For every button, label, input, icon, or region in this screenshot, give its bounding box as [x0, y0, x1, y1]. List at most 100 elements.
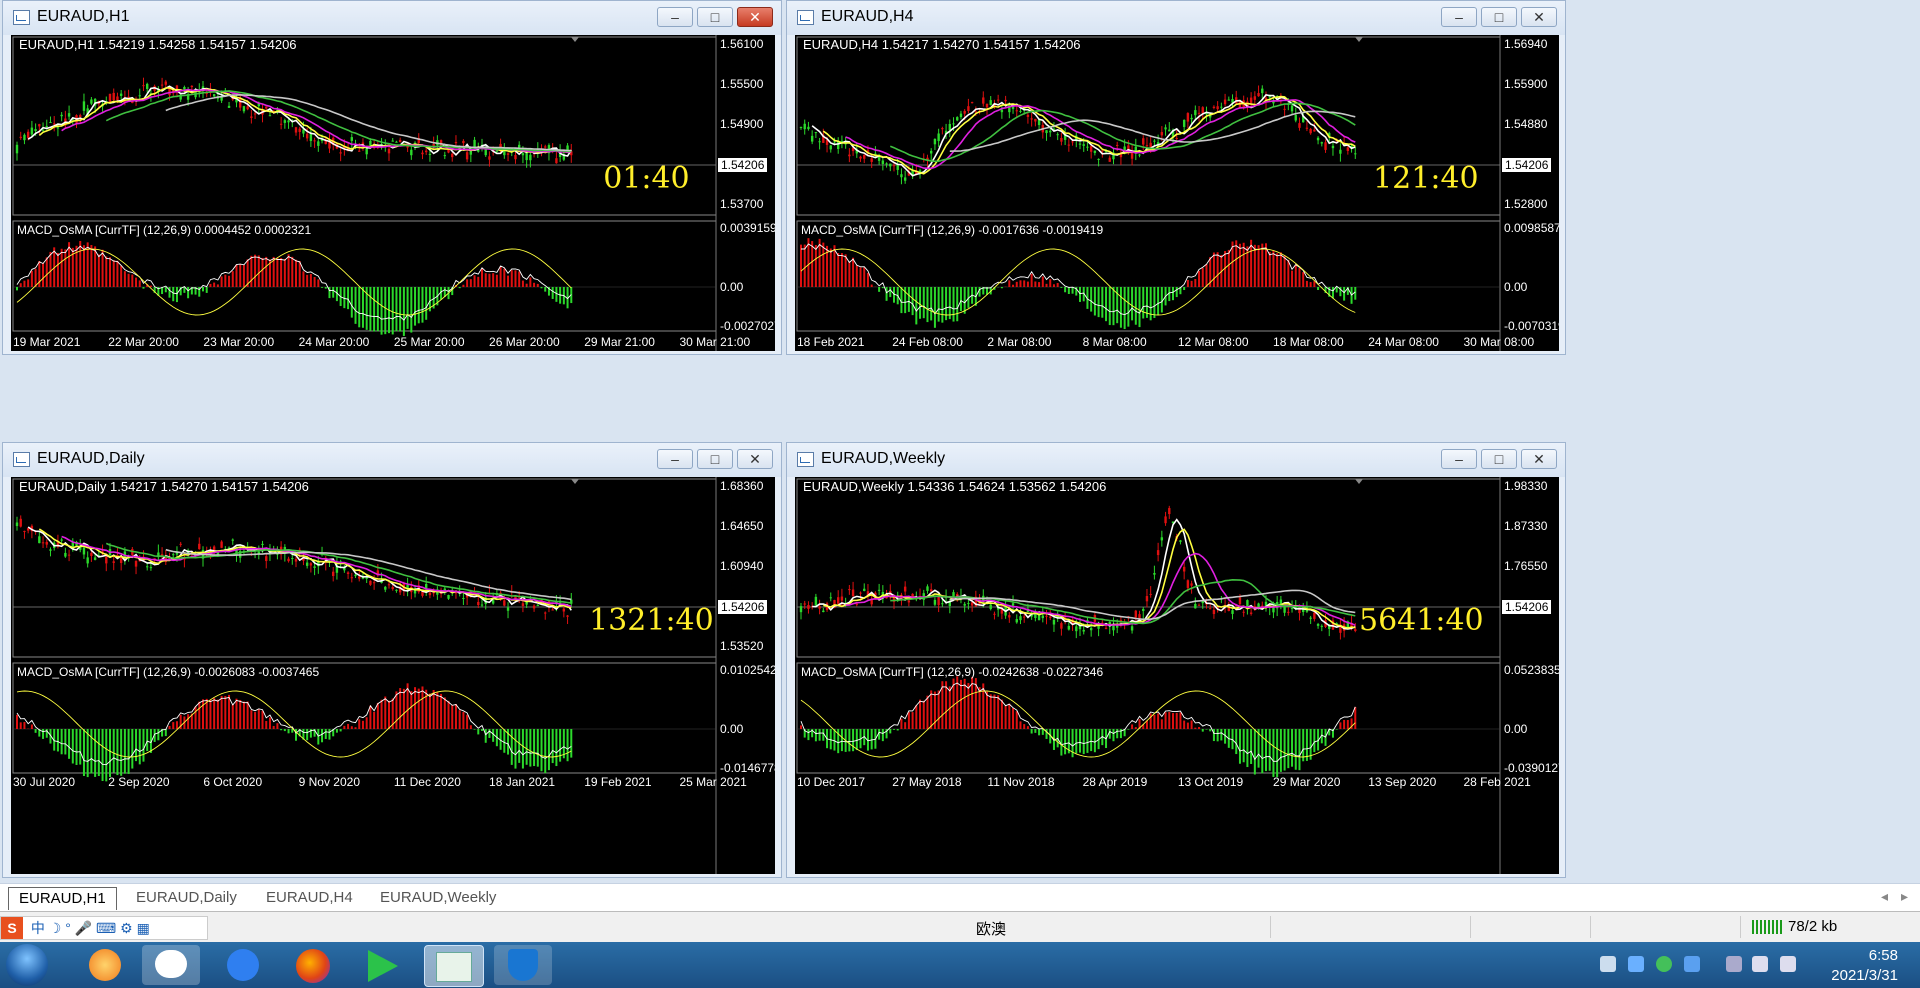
- tab-scroll-left-icon[interactable]: ◂: [1881, 888, 1888, 905]
- tab-scroll-right-icon[interactable]: ▸: [1901, 888, 1908, 905]
- taskbar-app-note-icon[interactable]: [214, 945, 272, 985]
- macd-histogram-bar: [1079, 729, 1081, 753]
- macd-histogram-bar: [101, 249, 104, 287]
- price-scale-label: 1.54900: [720, 117, 764, 131]
- minimize-button[interactable]: –: [657, 7, 693, 27]
- macd-histogram-bar: [231, 704, 234, 729]
- taskbar-app-security-icon[interactable]: [494, 945, 552, 985]
- tray-usb-icon[interactable]: [1600, 956, 1616, 972]
- window-title-bar[interactable]: EURAUD,Daily – □ ✕: [3, 443, 781, 477]
- macd-histogram-bar: [484, 273, 487, 287]
- tab-euraud-weekly[interactable]: EURAUD,Weekly: [370, 887, 506, 909]
- chart-window-daily[interactable]: EURAUD,Daily – □ ✕ EURAUD,Daily 1.54217 …: [2, 442, 782, 878]
- chart-window-weekly[interactable]: EURAUD,Weekly – □ ✕ EURAUD,Weekly 1.5433…: [786, 442, 1566, 878]
- chart-area[interactable]: EURAUD,Daily 1.54217 1.54270 1.54157 1.5…: [11, 477, 775, 874]
- tray-shield-icon[interactable]: [1628, 956, 1644, 972]
- chart-window-h4[interactable]: EURAUD,H4 – □ ✕ EURAUD,H4 1.54217 1.5427…: [786, 0, 1566, 355]
- candle: [19, 515, 22, 528]
- macd-signal-line: [16, 248, 572, 316]
- taskbar-app-firefox-icon[interactable]: [284, 945, 342, 985]
- window-title-bar[interactable]: EURAUD,H1 – □ ✕: [3, 1, 781, 35]
- separator: [1270, 916, 1271, 938]
- minimize-button[interactable]: –: [1441, 449, 1477, 469]
- close-button[interactable]: ✕: [737, 7, 773, 27]
- chart-window-h1[interactable]: EURAUD,H1 – □ ✕ EURAUD,H1 1.54219 1.5425…: [2, 0, 782, 355]
- taskbar-app-metatrader-icon[interactable]: [424, 945, 484, 987]
- macd-histogram-bar: [16, 714, 18, 729]
- macd-histogram-bar: [205, 287, 208, 293]
- macd-histogram-bar: [343, 725, 346, 729]
- macd-histogram-bar: [1041, 729, 1044, 735]
- macd-histogram-bar: [1354, 706, 1357, 729]
- chart-area[interactable]: EURAUD,H4 1.54217 1.54270 1.54157 1.5420…: [795, 35, 1559, 351]
- taskbar-app-browser-icon[interactable]: [76, 945, 134, 985]
- tray-icons[interactable]: [1600, 956, 1800, 974]
- macd-histogram-bar: [837, 253, 840, 287]
- macd-histogram-bar: [1160, 719, 1163, 729]
- macd-histogram-bar: [926, 287, 929, 323]
- candle: [1164, 124, 1167, 136]
- macd-histogram-bar: [492, 273, 495, 287]
- tab-euraud-daily[interactable]: EURAUD,Daily: [126, 887, 247, 909]
- candle: [1108, 155, 1111, 162]
- connection-bars-icon: [1752, 920, 1782, 934]
- candle: [989, 96, 992, 106]
- macd-histogram-bar: [373, 711, 376, 729]
- candle: [1205, 106, 1208, 122]
- macd-histogram-bar: [19, 722, 22, 729]
- macd-line: [801, 243, 1356, 316]
- time-axis-label: 8 Mar 08:00: [1082, 335, 1147, 349]
- macd-histogram-bar: [1279, 252, 1282, 287]
- candle: [1004, 600, 1007, 619]
- taskbar-app-player-icon[interactable]: [354, 945, 412, 985]
- taskbar-app-wechat-icon[interactable]: [142, 945, 200, 985]
- chart-area[interactable]: EURAUD,H1 1.54219 1.54258 1.54157 1.5420…: [11, 35, 775, 351]
- candle: [848, 585, 851, 595]
- macd-histogram-bar: [529, 277, 532, 287]
- tray-network-icon[interactable]: [1726, 956, 1742, 972]
- minimize-button[interactable]: –: [657, 449, 693, 469]
- macd-histogram-bar: [1265, 729, 1267, 772]
- sogou-ime-icon[interactable]: S: [1, 917, 23, 939]
- chart-area[interactable]: EURAUD,Weekly 1.54336 1.54624 1.53562 1.…: [795, 477, 1559, 874]
- macd-histogram-bar: [555, 287, 558, 302]
- macd-histogram-bar: [1101, 287, 1104, 318]
- macd-histogram-bar: [306, 729, 309, 741]
- maximize-button[interactable]: □: [697, 449, 733, 469]
- start-button[interactable]: [6, 944, 48, 986]
- moving-average-line: [823, 528, 1356, 629]
- close-button[interactable]: ✕: [1521, 449, 1557, 469]
- macd-scale-label: 0.0523835: [1504, 663, 1559, 677]
- tray-volume-icon[interactable]: [1752, 956, 1768, 972]
- ime-mode-icon[interactable]: 中 ☽ ° 🎤 ⌨ ⚙ ▦: [31, 920, 150, 936]
- candle: [1261, 601, 1264, 607]
- minimize-button[interactable]: –: [1441, 7, 1477, 27]
- window-title-bar[interactable]: EURAUD,H4 – □ ✕: [787, 1, 1565, 35]
- candle: [53, 116, 56, 132]
- macd-histogram-bar: [484, 729, 487, 743]
- close-button[interactable]: ✕: [1521, 7, 1557, 27]
- macd-histogram-bar: [97, 254, 100, 287]
- tab-euraud-h1[interactable]: EURAUD,H1: [8, 887, 117, 910]
- maximize-button[interactable]: □: [1481, 7, 1517, 27]
- macd-histogram-bar: [175, 287, 178, 303]
- window-title-bar[interactable]: EURAUD,Weekly – □ ✕: [787, 443, 1565, 477]
- maximize-button[interactable]: □: [1481, 449, 1517, 469]
- close-button[interactable]: ✕: [737, 449, 773, 469]
- macd-histogram-bar: [339, 729, 342, 732]
- candle: [1253, 91, 1257, 106]
- macd-histogram-bar: [123, 729, 126, 774]
- tab-euraud-h4[interactable]: EURAUD,H4: [256, 887, 363, 909]
- macd-histogram-bar: [127, 729, 130, 774]
- candle: [937, 128, 940, 148]
- macd-histogram-bar: [803, 244, 806, 287]
- system-clock[interactable]: 6:58 2021/3/31: [1831, 946, 1898, 986]
- tray-security-icon[interactable]: [1684, 956, 1700, 972]
- tray-signal-icon[interactable]: [1780, 956, 1796, 972]
- ime-toolbar[interactable]: S 中 ☽ ° 🎤 ⌨ ⚙ ▦: [0, 916, 208, 940]
- macd-histogram-bar: [384, 287, 387, 335]
- tray-wechat-icon[interactable]: [1656, 956, 1672, 972]
- macd-histogram-bar: [432, 689, 435, 729]
- moving-average-line: [27, 526, 572, 611]
- maximize-button[interactable]: □: [697, 7, 733, 27]
